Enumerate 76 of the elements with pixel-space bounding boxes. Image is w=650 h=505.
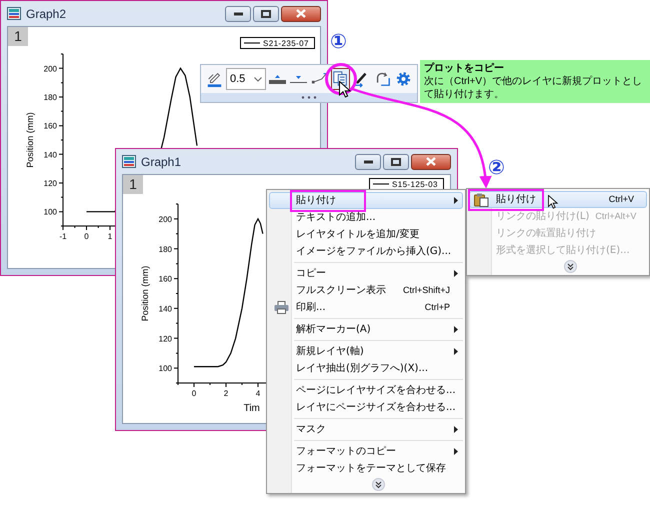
close-icon: [426, 157, 436, 166]
tick-label: 160: [158, 274, 172, 284]
menu-item[interactable]: 新規レイヤ(軸): [269, 343, 463, 360]
tick-label: 200: [44, 64, 57, 74]
tick-label: 0: [84, 232, 89, 241]
layer-number[interactable]: 1: [8, 27, 28, 46]
caret-icon: [254, 76, 262, 82]
shortcut-text: Ctrl+V: [608, 192, 634, 206]
tooltip-text: 次に（Ctrl+V）で他のレイヤに新規プロットとして貼り付けます。: [424, 75, 644, 101]
minimize-icon: [234, 12, 242, 16]
menu-item[interactable]: レイヤタイトルを追加/変更: [269, 226, 463, 243]
close-button[interactable]: [411, 154, 451, 170]
minimize-icon: [364, 160, 372, 164]
tooltip-title: プロットをコピー: [424, 62, 505, 75]
expand-more-icon[interactable]: [564, 260, 576, 273]
menu-item[interactable]: フォーマットのコピー: [269, 443, 463, 460]
thinner-line-icon: [290, 75, 307, 83]
maximize-icon: [261, 10, 271, 18]
menu-item[interactable]: レイヤ抽出(別グラフへ)(X)...: [269, 360, 463, 377]
chart-legend: S15-125-03: [369, 178, 444, 190]
tick-label: 200: [158, 214, 172, 224]
menu-item[interactable]: 貼り付け Ctrl+V: [469, 191, 647, 208]
tick-label: 4: [256, 389, 260, 398]
maximize-button[interactable]: [383, 154, 409, 170]
axis-title: Tim: [244, 403, 260, 414]
menu-item[interactable]: 印刷... Ctrl+P: [269, 299, 463, 316]
shortcut-text: Ctrl+Shift+J: [402, 284, 450, 297]
grip-icon[interactable]: [301, 96, 317, 99]
tick-label: 160: [44, 122, 57, 131]
chart-legend: S21-235-07: [240, 37, 315, 49]
menu-item[interactable]: イメージをファイルから挿入(G)...: [269, 243, 463, 260]
tick-label: 140: [158, 304, 172, 314]
tick-label: -1: [59, 232, 67, 241]
cursor-icon: [339, 81, 351, 98]
shortcut-text: Ctrl+Alt+V: [595, 210, 636, 223]
tick-label: 180: [44, 93, 57, 102]
graph-icon: [122, 155, 136, 168]
window-title: Graph2: [26, 6, 66, 22]
menu-item[interactable]: マスク: [269, 421, 463, 438]
tick-label: 140: [44, 150, 57, 160]
cursor-icon: [548, 194, 558, 209]
tick-label: 2: [224, 389, 228, 398]
tick-label: 180: [158, 244, 172, 254]
menu-item[interactable]: テキストの追加...: [269, 209, 463, 226]
tick-label: 1: [108, 232, 112, 241]
tick-label: 120: [158, 334, 172, 344]
menu-item[interactable]: フルスクリーン表示 Ctrl+Shift+J: [269, 282, 463, 299]
close-icon: [296, 9, 306, 18]
expand-more-icon[interactable]: [372, 478, 384, 491]
menu-item[interactable]: フォーマットをテーマとして保存: [269, 460, 463, 477]
step-number: ②: [488, 158, 505, 178]
menu-item[interactable]: レイヤにページサイズを合わせる...: [269, 399, 463, 416]
maximize-icon: [391, 158, 401, 166]
minimize-button[interactable]: [355, 154, 381, 170]
close-button[interactable]: [281, 6, 321, 22]
graph-icon: [7, 7, 21, 20]
layer-number[interactable]: 1: [123, 175, 143, 194]
line-width-dropdown[interactable]: 0.5: [226, 68, 266, 90]
legend-label: S21-235-07: [263, 39, 309, 48]
tick-label: 0: [192, 389, 196, 398]
menu-item[interactable]: コピー: [269, 265, 463, 282]
menu-item[interactable]: 貼り付け: [269, 192, 463, 209]
legend-label: S15-125-03: [392, 180, 438, 189]
axis-title: Position (mm): [25, 112, 35, 168]
window-title: Graph1: [141, 154, 182, 170]
step-number: ①: [330, 32, 347, 52]
thicker-line-icon: [269, 74, 286, 84]
tick-label: 120: [44, 179, 57, 188]
tick-label: 100: [44, 208, 57, 217]
tick-label: 100: [158, 364, 172, 374]
menu-item[interactable]: ページにレイヤサイズを合わせる...: [269, 382, 463, 399]
maximize-button[interactable]: [253, 6, 279, 22]
shortcut-text: Ctrl+P: [424, 300, 450, 314]
menu-item[interactable]: 解析マーカー(A): [269, 321, 463, 338]
minimize-button[interactable]: [225, 6, 251, 22]
axis-title: Position (mm): [140, 266, 150, 322]
